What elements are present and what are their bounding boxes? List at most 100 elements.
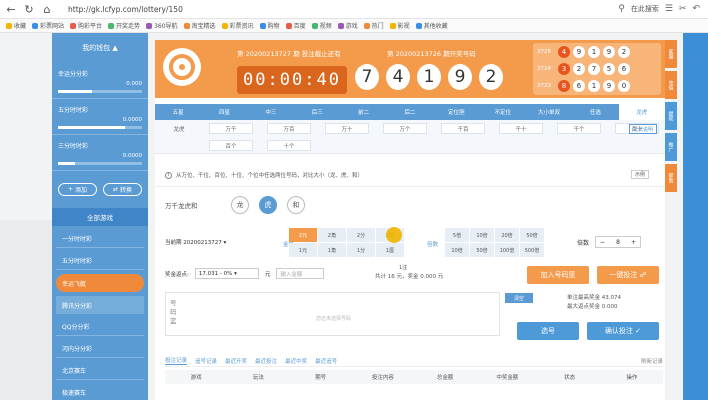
play-intro-button[interactable]: 玩法说明 (629, 124, 657, 134)
refresh-records-button[interactable]: 刷新记录 (641, 357, 663, 365)
bookmark-item[interactable]: 游戏 (337, 21, 358, 30)
records-tab[interactable]: 追号记录 (195, 357, 217, 365)
unit-option[interactable]: 2分 (347, 228, 375, 242)
subtab[interactable]: 万个 (383, 123, 427, 134)
sidebar-game-link[interactable]: 北京赛车 (56, 362, 144, 380)
dragon-tiger-option[interactable]: 虎 (259, 196, 277, 214)
transfer-button[interactable]: ⇄ 转换 (103, 183, 142, 196)
bet-cart-area[interactable]: 号码篮 您还未选择号码 (165, 292, 500, 336)
subtab[interactable]: 万千 (209, 123, 253, 134)
multiplier-option[interactable]: 500倍 (520, 243, 544, 257)
subtab[interactable]: 千十 (499, 123, 543, 134)
bookmark-item[interactable]: 其他收藏 (415, 21, 448, 30)
back-arrow-icon[interactable]: ← (4, 2, 18, 16)
play-tab[interactable]: 五星 (155, 104, 201, 120)
search-icon[interactable]: ⚲ (618, 4, 625, 14)
multiplier-option[interactable]: 10倍 (445, 243, 469, 257)
rebate-select[interactable]: 17.031 - 0% ▾ (194, 268, 259, 279)
dragon-tiger-option[interactable]: 龙 (231, 196, 249, 214)
play-tab[interactable]: 后三 (294, 104, 340, 120)
unit-option[interactable]: 1角 (318, 243, 346, 257)
menu-icon[interactable]: ☰ (665, 4, 673, 14)
play-tab[interactable]: 定位胆 (433, 104, 479, 120)
sidebar-game-link[interactable]: 幸运飞艇 (56, 274, 144, 292)
multiplier-option[interactable]: 100倍 (495, 243, 519, 257)
play-tab[interactable]: 后二 (387, 104, 433, 120)
subtab[interactable]: 千个 (557, 123, 601, 134)
bookmark-item[interactable]: 视频 (311, 21, 332, 30)
refresh-icon[interactable]: ↻ (22, 2, 36, 16)
play-tab[interactable]: 前二 (340, 104, 386, 120)
bookmark-item[interactable]: 淘宝精选 (183, 21, 216, 30)
confirm-bet-button[interactable]: 确认投注 ✓ (587, 322, 659, 340)
clear-cart-button[interactable]: 清空 (505, 293, 533, 303)
bookmark-item[interactable]: 收藏 (6, 21, 26, 30)
dragon-tiger-option[interactable]: 和 (287, 196, 305, 214)
subtab[interactable]: 十个 (267, 140, 311, 151)
scissors-icon[interactable]: ✂ (679, 4, 687, 14)
bookmark-item[interactable]: 购彩平台 (70, 21, 102, 30)
bookmark-item[interactable]: 影视 (389, 21, 410, 30)
records-tab[interactable]: 最近中奖 (285, 357, 307, 365)
wallet-header[interactable]: 我的钱包 ▲ (52, 33, 148, 63)
browser-search-text[interactable]: 在此搜索 (631, 4, 659, 14)
select-number-button[interactable]: 选号 (517, 322, 579, 340)
unit-option[interactable]: 1分 (347, 243, 375, 257)
play-tab[interactable]: 不定位 (480, 104, 526, 120)
address-bar[interactable]: http://gk.lcfyp.com/lottery/150 (62, 2, 342, 16)
multiplier-option[interactable]: 20倍 (495, 228, 519, 242)
unit-option[interactable]: 2元 (289, 228, 317, 242)
wallet-item[interactable]: 五分时时彩 0.0000 (52, 99, 148, 135)
add-to-cart-button[interactable]: 加入号码篮 (527, 266, 589, 284)
right-side-tab[interactable]: 提现 (665, 102, 677, 130)
sidebar-game-link[interactable]: 河内分分彩 (56, 340, 144, 358)
sidebar-game-link[interactable]: QQ分分彩 (56, 318, 144, 336)
right-side-tab[interactable]: 推广 (665, 133, 677, 161)
example-button[interactable]: 示例 (630, 170, 649, 179)
wallet-item[interactable]: 三分时时彩 0.0000 (52, 135, 148, 171)
add-wallet-button[interactable]: + 添加 (58, 183, 97, 196)
right-side-tab[interactable]: 帮助 (665, 164, 677, 192)
subtab[interactable]: 千百 (441, 123, 485, 134)
amount-input[interactable]: 输入金额 (276, 268, 325, 279)
bookmark-item[interactable]: 百度 (285, 21, 306, 30)
bookmark-item[interactable]: 热门 (363, 21, 384, 30)
undo-icon[interactable]: ↶ (692, 4, 700, 14)
unit-option[interactable]: 2角 (318, 228, 346, 242)
home-icon[interactable]: ⌂ (40, 2, 54, 16)
subtab[interactable]: 百个 (209, 140, 253, 151)
records-tab[interactable]: 最近开奖 (225, 357, 247, 365)
stepper-minus-button[interactable]: − (600, 239, 605, 246)
play-tab[interactable]: 中三 (248, 104, 294, 120)
play-tab[interactable]: 四星 (201, 104, 247, 120)
bookmark-item[interactable]: 彩票网站 (32, 21, 64, 30)
right-side-tab[interactable]: 充值 (665, 71, 677, 99)
play-tab[interactable]: 任选 (572, 104, 618, 120)
wallet-item[interactable]: 幸运分分彩 0.000 (52, 63, 148, 99)
subtab[interactable]: 万十 (325, 123, 369, 134)
bookmark-item[interactable]: 彩票资讯 (221, 21, 254, 30)
multiplier-option[interactable]: 5倍 (445, 228, 469, 242)
multiplier-option[interactable]: 50倍 (520, 228, 544, 242)
sidebar-game-link[interactable]: 极速赛车 (56, 384, 144, 400)
unit-option[interactable]: 1厘 (376, 243, 404, 257)
unit-option[interactable]: 1元 (289, 243, 317, 257)
bookmark-item[interactable]: 购物 (259, 21, 280, 30)
subtab[interactable]: 万百 (267, 123, 311, 134)
sidebar-game-link[interactable]: 五分时时彩 (56, 252, 144, 270)
multiplier-option[interactable]: 50倍 (470, 243, 494, 257)
records-tab[interactable]: 投注记录 (165, 356, 188, 365)
play-tab[interactable]: 大小单双 (526, 104, 572, 120)
play-tab[interactable]: 龙虎 (618, 104, 665, 120)
sidebar-game-link[interactable]: 一分时时彩 (56, 230, 144, 248)
multiplier-option[interactable]: 10倍 (470, 228, 494, 242)
records-tab[interactable]: 最近追号 (315, 357, 337, 365)
stepper-value[interactable]: 8 (616, 239, 620, 246)
sidebar-game-link[interactable]: 腾讯分分彩 (56, 296, 144, 314)
all-games-button[interactable]: 全部游戏 (52, 208, 148, 226)
bookmark-item[interactable]: 360导航 (146, 21, 178, 30)
bookmark-item[interactable]: 开奖走势 (108, 21, 140, 30)
right-side-tab[interactable]: 客服 (665, 40, 677, 68)
records-tab[interactable]: 最近投注 (255, 357, 277, 365)
stepper-plus-button[interactable]: + (631, 239, 636, 246)
